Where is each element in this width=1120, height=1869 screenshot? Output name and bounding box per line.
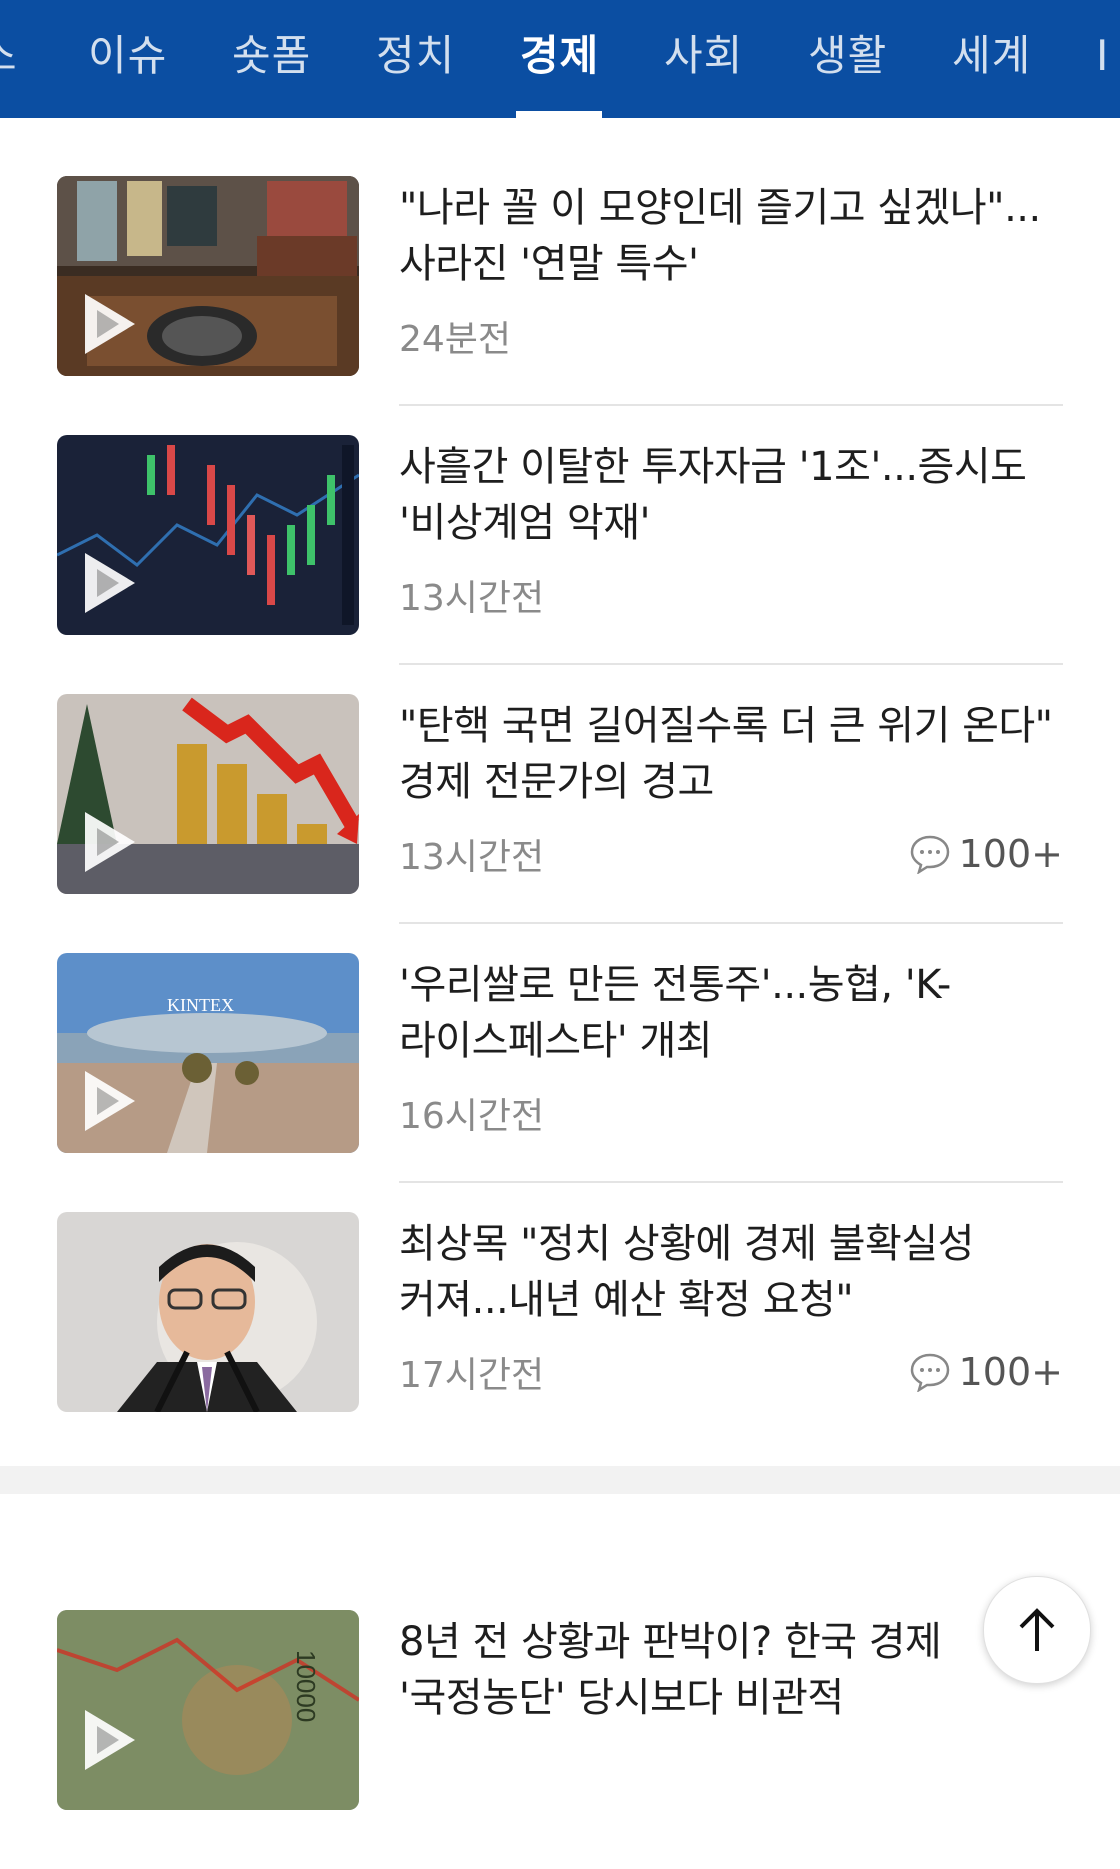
comment-count-label: 100+	[958, 1350, 1063, 1394]
article-item[interactable]: "나라 꼴 이 모양인데 즐기고 싶겠나"... 사라진 '연말 특수' 24분…	[0, 118, 1120, 377]
comment-count[interactable]: 100+	[909, 832, 1063, 876]
category-nav: 스 이슈 숏폼 정치 경제 사회 생활 세계 I	[0, 0, 1120, 118]
comment-icon	[910, 1353, 949, 1392]
article-thumbnail	[57, 694, 359, 894]
article-thumbnail	[57, 1212, 359, 1412]
tab-shortform[interactable]: 숏폼	[232, 28, 311, 84]
tab-partial-right[interactable]: I	[1096, 28, 1109, 84]
article-title[interactable]: "탄핵 국면 길어질수록 더 큰 위기 온다" 경제 전문가의 경고	[399, 698, 1069, 810]
banknote-value: 10000	[291, 1650, 321, 1722]
article-thumbnail	[57, 176, 359, 376]
play-icon	[85, 553, 135, 613]
category-tabs: 스 이슈 숏폼 정치 경제 사회 생활 세계 I	[0, 0, 1120, 118]
article-item[interactable]: 최상목 "정치 상황에 경제 불확실성 커져...내년 예산 확정 요청" 17…	[0, 1154, 1120, 1413]
article-title[interactable]: 최상목 "정치 상황에 경제 불확실성 커져...내년 예산 확정 요청"	[399, 1216, 1069, 1328]
tab-society[interactable]: 사회	[664, 28, 743, 84]
tab-partial-left[interactable]: 스	[0, 28, 18, 84]
article-time: 16시간전	[399, 1096, 545, 1137]
article-thumbnail	[57, 435, 359, 635]
article-thumbnail: KINTEX	[57, 953, 359, 1153]
article-item[interactable]: "탄핵 국면 길어질수록 더 큰 위기 온다" 경제 전문가의 경고 13시간전…	[0, 636, 1120, 895]
tab-living[interactable]: 생활	[808, 28, 887, 84]
tab-issue[interactable]: 이슈	[88, 28, 167, 84]
article-title[interactable]: 사흘간 이탈한 투자자금 '1조'...증시도 '비상계엄 악재'	[399, 439, 1069, 551]
article-thumbnail: 10000	[57, 1610, 359, 1810]
scroll-to-top-button[interactable]	[983, 1576, 1091, 1684]
comment-count-label: 100+	[958, 832, 1063, 876]
article-time: 13시간전	[399, 578, 545, 619]
tab-economy[interactable]: 경제	[520, 28, 599, 84]
article-time: 17시간전	[399, 1355, 545, 1396]
comment-icon	[910, 835, 949, 874]
play-icon	[85, 294, 135, 354]
active-tab-indicator	[516, 111, 602, 118]
play-icon	[85, 812, 135, 872]
article-item[interactable]: 10000 8년 전 상황과 판박이? 한국 경제 '국정농단' 당시보다 비관…	[0, 1610, 1120, 1869]
article-title[interactable]: '우리쌀로 만든 전통주'...농협, 'K-라이스페스타' 개최	[399, 957, 1069, 1069]
play-icon	[85, 1710, 135, 1770]
arrow-up-icon	[1019, 1608, 1055, 1651]
article-item[interactable]: KINTEX '우리쌀로 만든 전통주'...농협, 'K-라이스페스타' 개최…	[0, 895, 1120, 1154]
tab-politics[interactable]: 정치	[376, 28, 455, 84]
article-title[interactable]: "나라 꼴 이 모양인데 즐기고 싶겠나"... 사라진 '연말 특수'	[399, 180, 1069, 292]
article-title[interactable]: 8년 전 상황과 판박이? 한국 경제 '국정농단' 당시보다 비관적	[399, 1614, 1069, 1726]
article-item[interactable]: 사흘간 이탈한 투자자금 '1조'...증시도 '비상계엄 악재' 13시간전	[0, 377, 1120, 636]
section-separator	[0, 1466, 1120, 1494]
article-time: 13시간전	[399, 837, 545, 878]
play-icon	[85, 1071, 135, 1131]
tab-world[interactable]: 세계	[952, 28, 1031, 84]
comment-count[interactable]: 100+	[909, 1350, 1063, 1394]
article-time: 24분전	[399, 319, 512, 360]
kintex-sign: KINTEX	[167, 995, 234, 1015]
